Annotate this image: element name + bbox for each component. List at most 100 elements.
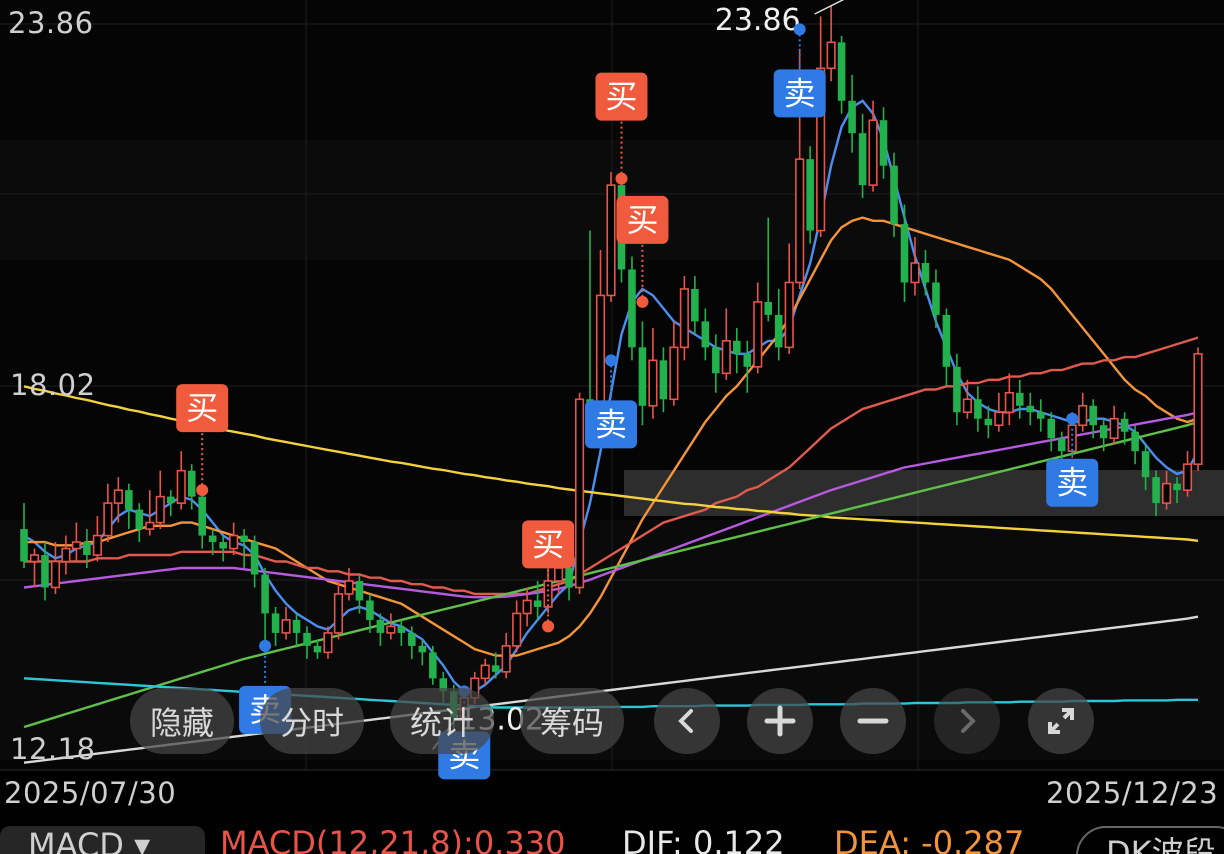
candle-body-down <box>83 542 91 556</box>
candle-body-down <box>774 314 783 348</box>
buy-marker-label: 买 <box>532 525 564 563</box>
candle-body-down <box>292 619 301 633</box>
indicator-selector[interactable]: MACD ▾ <box>0 826 205 854</box>
sell-marker-label: 卖 <box>1056 464 1088 502</box>
candle-body-up <box>753 301 763 368</box>
candle-body-down <box>638 347 647 406</box>
candle-body-up <box>512 612 522 647</box>
candle-body-down <box>125 490 133 510</box>
buy-marker-label: 买 <box>626 201 658 239</box>
candle-body-down <box>837 42 846 101</box>
candle-body-down <box>41 555 49 588</box>
chevron-left-icon <box>678 709 693 733</box>
candle-body-up <box>1193 353 1203 465</box>
candle-body-up <box>1182 463 1193 491</box>
candle-body-down <box>533 600 542 607</box>
range-highlight <box>624 470 1224 516</box>
buy-marker-dot <box>196 484 209 497</box>
candle-body-down <box>659 360 668 400</box>
candle-body-up <box>1161 482 1172 504</box>
buy-marker-dot <box>615 172 628 185</box>
buy-marker-dot <box>542 620 555 633</box>
candle-body-up <box>29 554 40 563</box>
candle-body-down <box>208 535 217 543</box>
candle-body-down <box>953 366 961 413</box>
candle-body-down <box>1152 477 1160 504</box>
candle-body-down <box>1141 451 1150 478</box>
fullscreen-button[interactable] <box>1028 688 1094 754</box>
candle-body-up <box>962 398 972 414</box>
candle-body-down <box>984 418 993 426</box>
indicator-bar: MACD ▾ MACD(12,21,8):0.330 DIF: 0.122 DE… <box>0 820 1224 854</box>
hide-button[interactable]: 隐藏 <box>130 688 234 754</box>
minus-icon <box>857 718 889 724</box>
candle-body-down <box>429 652 437 679</box>
candle-body-down <box>974 399 982 419</box>
candle-body-down <box>1057 438 1066 452</box>
candle-body-down <box>1173 483 1181 491</box>
candle-body-down <box>313 645 322 653</box>
candle-body-down <box>1016 392 1024 406</box>
high-price-label: 23.86 <box>715 3 801 38</box>
chips-button[interactable]: 筹码 <box>520 688 624 754</box>
sell-marker-dot <box>605 354 617 367</box>
candle-body-down <box>376 619 385 633</box>
candle-body-down <box>219 542 227 549</box>
plus-icon <box>764 705 796 737</box>
candle-body-up <box>92 534 102 556</box>
candle-body-down <box>691 288 699 322</box>
candle-body-down <box>921 262 930 283</box>
candle-body-down <box>848 100 856 134</box>
dk-band-button[interactable]: DK波段 <box>1076 826 1224 854</box>
zoom-out-button[interactable] <box>840 688 906 754</box>
candle-body-up <box>145 521 155 530</box>
candle-body-up <box>229 534 239 550</box>
candle-body-up <box>721 340 731 375</box>
sell-marker-dot <box>793 23 806 36</box>
candle-body-down <box>198 496 206 536</box>
candle-body-up <box>323 632 333 654</box>
candle-body-up <box>61 547 71 563</box>
candle-body-down <box>166 496 175 504</box>
date-axis-end: 2025/12/23 <box>1046 776 1219 810</box>
stats-button[interactable]: 统计 <box>390 688 494 754</box>
candle-body-down <box>743 353 752 367</box>
candle-body-down <box>1099 425 1108 439</box>
candle-body-down <box>858 133 867 186</box>
candle-body-up <box>333 593 344 634</box>
next-button[interactable] <box>934 688 1000 754</box>
candle-body-up <box>679 288 689 349</box>
candle-body-up <box>868 119 878 186</box>
candle-body-up <box>344 580 354 595</box>
candle-body-down <box>271 613 280 633</box>
candle-body-down <box>303 632 311 646</box>
candle-body-down <box>366 600 374 620</box>
candle-body-down <box>1026 405 1035 413</box>
sell-marker-label: 卖 <box>784 74 816 112</box>
candle-body-down <box>565 568 573 588</box>
prev-button[interactable] <box>654 688 720 754</box>
candle-body-down <box>261 574 269 614</box>
dif-value: DIF: 0.122 <box>622 824 785 854</box>
candle-body-down <box>879 120 888 166</box>
candle-body-up <box>155 495 165 524</box>
candle-body-up <box>50 560 61 589</box>
candle-body-down <box>1047 418 1056 439</box>
candle-body-up <box>386 625 396 634</box>
candle-body-up <box>480 664 490 680</box>
candle-body-up <box>71 541 81 550</box>
candle-body-down <box>408 632 416 646</box>
zoom-in-button[interactable] <box>747 688 813 754</box>
candle-body-down <box>900 224 909 283</box>
buy-marker-dot <box>636 295 649 308</box>
candle-body-up <box>1004 391 1014 414</box>
candle-body-down <box>355 580 364 601</box>
dea-value: DEA: -0.287 <box>834 824 1025 854</box>
intraday-button[interactable]: 分时 <box>260 688 364 754</box>
candle-body-down <box>250 542 259 575</box>
candle-body-down <box>240 535 248 543</box>
candle-body-up <box>554 567 564 582</box>
candle-body-down <box>1089 405 1097 426</box>
candle-body-down <box>733 340 741 354</box>
candle-body-up <box>826 41 836 70</box>
